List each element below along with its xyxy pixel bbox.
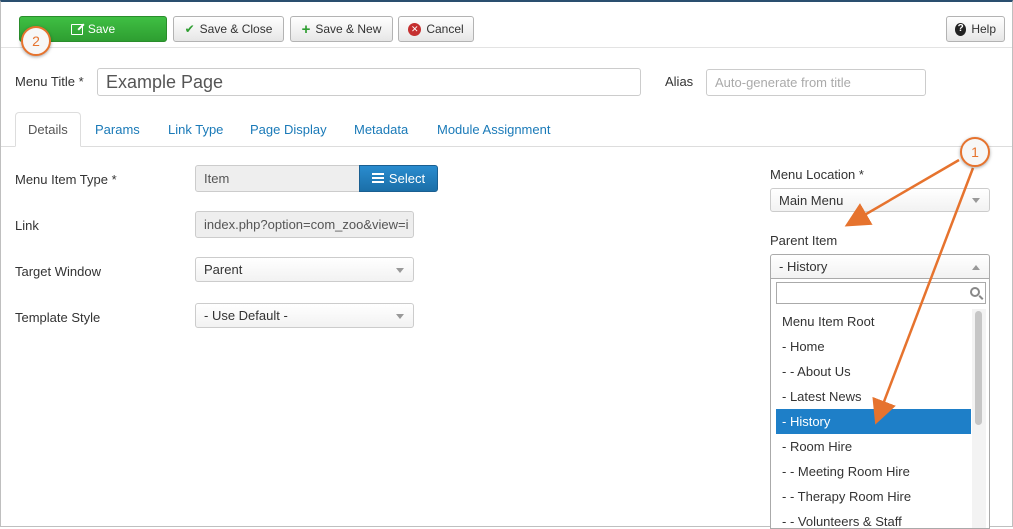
template-style-select[interactable]: - Use Default - [195, 303, 414, 328]
parent-option[interactable]: - - About Us [776, 359, 971, 384]
help-label: Help [971, 22, 996, 36]
parent-option[interactable]: - - Volunteers & Staff [776, 509, 971, 528]
menu-title-label: Menu Title * [15, 74, 84, 89]
save-new-label: Save & New [315, 22, 382, 36]
tab-metadata[interactable]: Metadata [354, 112, 408, 147]
link-field: index.php?option=com_zoo&view=i [195, 211, 414, 238]
help-button[interactable]: ? Help [946, 16, 1005, 42]
callout-badge-2: 2 [21, 26, 51, 56]
menu-location-select[interactable]: Main Menu [770, 188, 990, 212]
window-frame: Save ✔ Save & Close + Save & New ✕ Cance… [0, 0, 1013, 529]
template-style-label: Template Style [15, 310, 101, 325]
check-icon: ✔ [184, 22, 195, 36]
parent-item-value: - History [779, 259, 828, 274]
alias-input[interactable]: Auto-generate from title [706, 69, 926, 96]
parent-option-selected[interactable]: - History [776, 409, 971, 434]
menu-location-value: Main Menu [779, 192, 844, 208]
tab-bar: Details Params Link Type Page Display Me… [1, 112, 1012, 147]
parent-option[interactable]: - Home [776, 334, 971, 359]
save-close-button[interactable]: ✔ Save & Close [173, 16, 284, 42]
template-style-value: - Use Default - [204, 308, 288, 323]
toolbar: Save ✔ Save & Close + Save & New ✕ Cance… [1, 2, 1012, 48]
plus-icon: + [301, 20, 311, 38]
chevron-down-icon [396, 267, 404, 273]
menu-item-type-field: Item [195, 165, 360, 192]
menu-location-label: Menu Location * [770, 167, 864, 182]
tab-details[interactable]: Details [15, 112, 81, 147]
edit-icon [70, 23, 83, 35]
cancel-label: Cancel [426, 22, 464, 36]
parent-option[interactable]: - - Meeting Room Hire [776, 459, 971, 484]
parent-option[interactable]: Menu Item Root [776, 309, 971, 334]
alias-label: Alias [665, 74, 694, 89]
target-window-select[interactable]: Parent [195, 257, 414, 282]
help-icon: ? [955, 22, 967, 36]
save-button-label: Save [87, 22, 116, 36]
cancel-icon: ✕ [408, 22, 422, 36]
tab-page-display[interactable]: Page Display [250, 112, 327, 147]
cancel-button[interactable]: ✕ Cancel [398, 16, 474, 42]
scrollbar-thumb[interactable] [975, 311, 982, 425]
target-window-label: Target Window [15, 264, 101, 279]
tab-params[interactable]: Params [95, 112, 140, 147]
tab-module-assignment[interactable]: Module Assignment [437, 112, 550, 147]
parent-option[interactable]: - Latest News [776, 384, 971, 409]
parent-search-input[interactable] [776, 282, 986, 304]
link-label: Link [15, 218, 39, 233]
select-button[interactable]: Select [359, 165, 438, 192]
dropdown-scrollbar[interactable] [972, 309, 986, 528]
parent-item-dropdown-panel: Menu Item Root - Home - - About Us - Lat… [770, 279, 990, 529]
parent-item-label: Parent Item [770, 233, 838, 248]
parent-option[interactable]: - - Therapy Room Hire [776, 484, 971, 509]
chevron-up-icon [972, 264, 980, 270]
parent-item-select[interactable]: - History [770, 254, 990, 279]
chevron-down-icon [972, 198, 980, 203]
chevron-down-icon [396, 313, 404, 319]
menu-item-type-label: Menu Item Type * [15, 172, 117, 187]
target-window-value: Parent [204, 262, 243, 277]
search-icon [970, 287, 980, 297]
save-close-label: Save & Close [199, 22, 273, 36]
callout-badge-1: 1 [960, 137, 990, 167]
list-icon [371, 173, 384, 184]
tab-link-type[interactable]: Link Type [168, 112, 223, 147]
menu-title-input[interactable]: Example Page [97, 68, 641, 96]
parent-option[interactable]: - Room Hire [776, 434, 971, 459]
save-new-button[interactable]: + Save & New [290, 16, 393, 42]
select-button-label: Select [388, 171, 426, 186]
